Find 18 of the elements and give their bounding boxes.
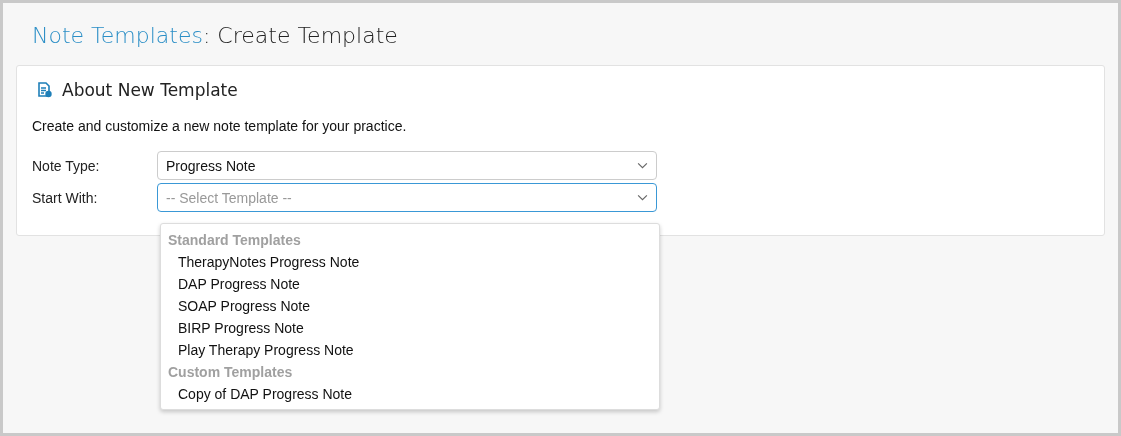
option-group-label: Standard Templates: [167, 231, 302, 250]
dropdown-option[interactable]: Copy of DAP Progress Note: [161, 383, 659, 405]
chevron-down-icon: [637, 162, 648, 169]
dropdown-option[interactable]: BIRP Progress Note: [161, 317, 659, 339]
document-icon: [38, 82, 52, 98]
breadcrumb-link[interactable]: Note Templates: [32, 23, 203, 48]
field-label: Start With:: [32, 189, 99, 206]
select-field[interactable]: Progress Note: [157, 151, 657, 180]
dropdown-option[interactable]: Play Therapy Progress Note: [161, 339, 659, 361]
card-title: About New Template: [62, 80, 238, 100]
page-title: : Create Template: [202, 23, 398, 48]
description-text: Create and customize a new note template for your practice.: [32, 118, 408, 134]
dropdown-option[interactable]: SOAP Progress Note: [161, 295, 659, 317]
field-label: Note Type:: [32, 157, 101, 174]
dropdown-option[interactable]: TherapyNotes Progress Note: [161, 251, 659, 273]
chevron-down-icon: [637, 194, 648, 201]
dropdown-option[interactable]: DAP Progress Note: [161, 273, 659, 295]
option-group-label: Custom Templates: [167, 363, 294, 382]
